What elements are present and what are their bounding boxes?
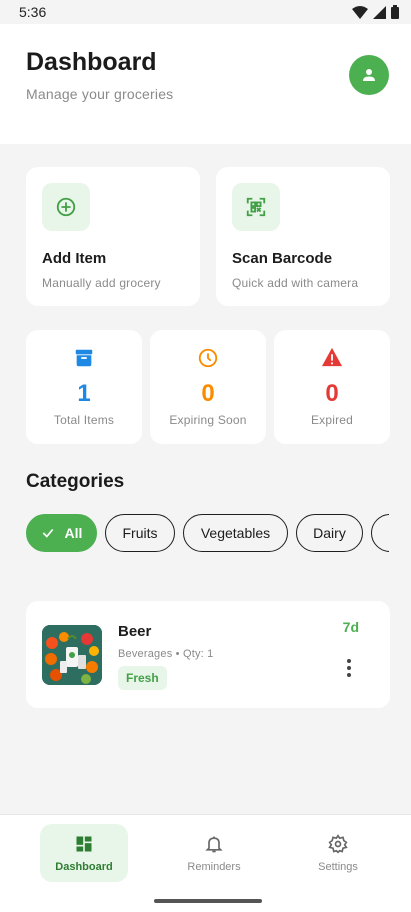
- expiring-soon-label: Expiring Soon: [169, 413, 247, 427]
- scan-barcode-subtitle: Quick add with camera: [232, 276, 359, 290]
- person-icon: [363, 69, 375, 81]
- nav-settings-label: Settings: [318, 861, 358, 873]
- groceries-image: [42, 625, 102, 685]
- nav-item-reminders[interactable]: Reminders: [170, 824, 258, 882]
- wifi-icon: [352, 5, 368, 19]
- scan-barcode-title: Scan Barcode: [232, 250, 333, 267]
- chip-fruits[interactable]: Fruits: [105, 514, 175, 552]
- profile-avatar-button[interactable]: [349, 55, 389, 95]
- chip-vegetables-label: Vegetables: [200, 525, 271, 541]
- status-bar: 5:36: [0, 0, 411, 24]
- nav-dashboard-label: Dashboard: [55, 861, 113, 873]
- clock-icon: [198, 348, 218, 368]
- scan-barcode-card[interactable]: Scan Barcode Quick add with camera: [216, 167, 390, 306]
- days-remaining: 7d: [342, 619, 359, 635]
- categories-title: Categories: [26, 471, 125, 492]
- chip-fruits-label: Fruits: [122, 525, 158, 541]
- stat-card-total-items[interactable]: 1 Total Items: [26, 330, 142, 444]
- add-item-card[interactable]: Add Item Manually add grocery: [26, 167, 200, 306]
- add-item-icon-tile: [42, 183, 90, 231]
- battery-icon: [391, 5, 399, 19]
- grocery-thumbnail: [42, 625, 102, 685]
- bottom-navigation: Dashboard Reminders Settings: [0, 814, 411, 912]
- warning-icon: [322, 347, 342, 367]
- total-items-value: 1: [77, 380, 91, 407]
- item-name: Beer: [118, 623, 152, 640]
- bell-icon: [205, 836, 223, 853]
- home-indicator: [154, 899, 262, 903]
- status-time: 5:36: [19, 4, 47, 20]
- item-meta: Beverages • Qty: 1: [118, 648, 214, 660]
- grocery-item-card[interactable]: Beer Beverages • Qty: 1 Fresh 7d: [26, 601, 390, 708]
- nav-item-settings[interactable]: Settings: [294, 824, 382, 882]
- chip-all[interactable]: All: [26, 514, 97, 552]
- archive-box-icon: [75, 349, 93, 367]
- category-chips: All Fruits Vegetables Dairy: [26, 514, 389, 552]
- chip-dairy-label: Dairy: [313, 525, 346, 541]
- add-item-title: Add Item: [42, 250, 107, 267]
- chip-dairy[interactable]: Dairy: [296, 514, 363, 552]
- gear-icon: [328, 834, 348, 854]
- stat-card-expiring-soon[interactable]: 0 Expiring Soon: [150, 330, 266, 444]
- expired-label: Expired: [310, 413, 354, 427]
- chip-vegetables[interactable]: Vegetables: [183, 514, 288, 552]
- nav-item-dashboard[interactable]: Dashboard: [40, 824, 128, 882]
- add-item-subtitle: Manually add grocery: [42, 276, 161, 290]
- total-items-label: Total Items: [53, 413, 115, 427]
- check-icon: [42, 528, 53, 538]
- page-title: Dashboard: [26, 48, 157, 76]
- chip-more[interactable]: [371, 514, 389, 552]
- add-circle-icon: [56, 197, 76, 217]
- scan-barcode-icon-tile: [232, 183, 280, 231]
- status-badge: Fresh: [118, 666, 167, 690]
- barcode-scan-icon: [246, 197, 266, 217]
- stat-card-expired[interactable]: 0 Expired: [274, 330, 390, 444]
- expired-value: 0: [325, 380, 339, 407]
- dashboard-icon: [76, 836, 92, 852]
- more-options-icon[interactable]: [341, 657, 357, 679]
- page-subtitle: Manage your groceries: [26, 86, 174, 102]
- status-icons: [352, 5, 399, 19]
- nav-reminders-label: Reminders: [187, 861, 241, 873]
- expiring-soon-value: 0: [201, 380, 215, 407]
- header: [0, 24, 411, 144]
- cellular-signal-icon: [373, 5, 386, 19]
- chip-all-label: All: [64, 525, 83, 541]
